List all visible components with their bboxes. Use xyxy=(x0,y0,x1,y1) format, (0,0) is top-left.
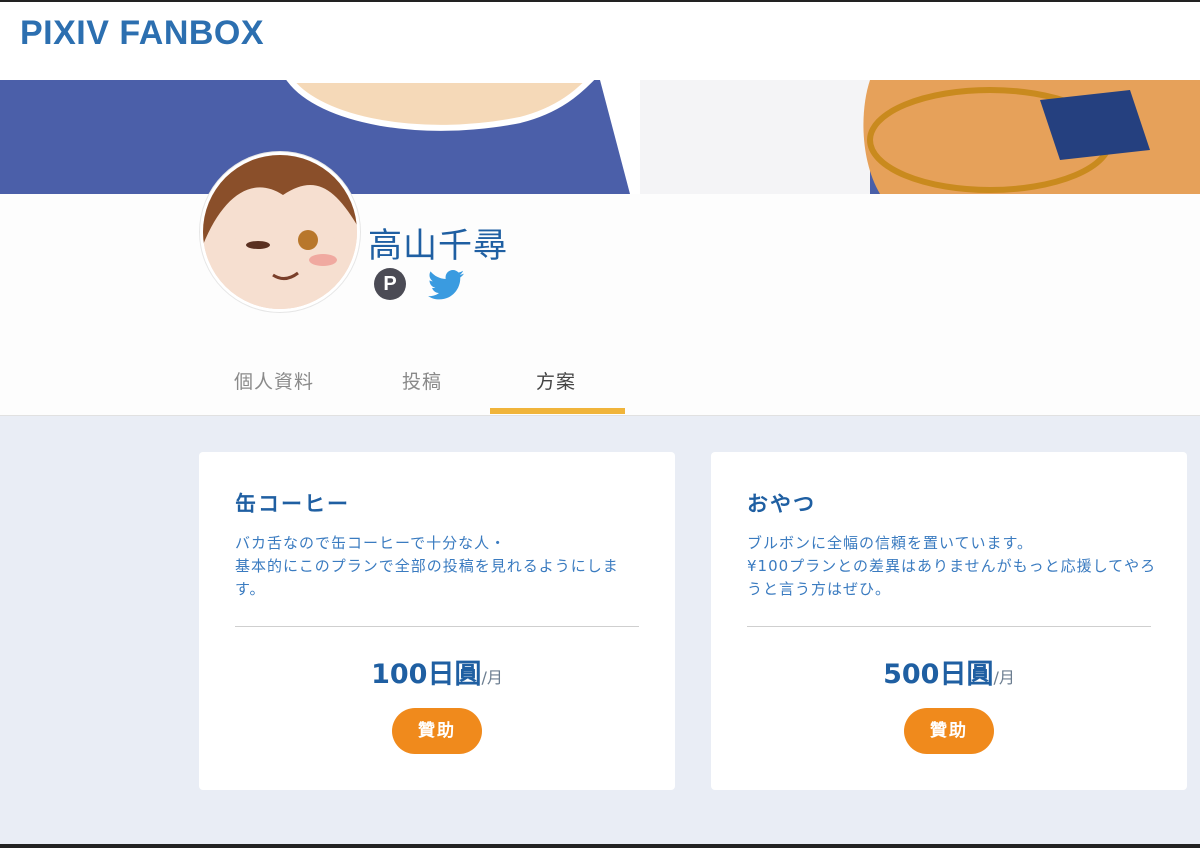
plan-price-line: 100日圓/月 xyxy=(199,652,675,691)
plan-period: /月 xyxy=(481,668,503,687)
tab-profile[interactable]: 個人資料 xyxy=(234,367,314,394)
top-bar: PIXIV FANBOX xyxy=(0,0,1200,80)
plan-price: 100日圓 xyxy=(371,659,482,690)
fanbox-logo[interactable]: PIXIV FANBOX xyxy=(20,14,264,53)
plan-price-line: 500日圓/月 xyxy=(711,652,1187,691)
creator-avatar[interactable] xyxy=(200,152,360,312)
plan-price: 500日圓 xyxy=(883,659,994,690)
plan-card: 缶コーヒー バカ舌なので缶コーヒーで十分な人・ 基本的にこのプランで全部の投稿を… xyxy=(199,452,675,790)
bottom-edge xyxy=(0,844,1200,848)
support-button[interactable]: 贊助 xyxy=(904,708,994,754)
creator-name: 高山千尋 xyxy=(368,226,508,266)
divider xyxy=(747,626,1151,627)
cover-banner xyxy=(0,80,1200,194)
support-button[interactable]: 贊助 xyxy=(392,708,482,754)
plan-period: /月 xyxy=(993,668,1015,687)
plan-title: おやつ xyxy=(747,492,816,516)
pixiv-icon[interactable]: P xyxy=(374,268,406,300)
twitter-icon[interactable] xyxy=(428,270,464,300)
plan-card: おやつ ブルボンに全幅の信頼を置いています。 ¥100プランとの差異はありません… xyxy=(711,452,1187,790)
profile-section xyxy=(0,194,1200,416)
plan-description: ブルボンに全幅の信頼を置いています。 ¥100プランとの差異はありませんがもっと… xyxy=(747,534,1157,598)
cover-image xyxy=(0,80,1200,194)
plan-description: バカ舌なので缶コーヒーで十分な人・ 基本的にこのプランで全部の投稿を見れるように… xyxy=(235,534,619,598)
divider xyxy=(235,626,639,627)
avatar-image xyxy=(203,155,357,309)
tab-plans[interactable]: 方案 xyxy=(536,367,576,394)
plan-title: 缶コーヒー xyxy=(235,492,350,516)
tab-posts[interactable]: 投稿 xyxy=(402,367,442,394)
active-tab-indicator xyxy=(490,408,625,414)
